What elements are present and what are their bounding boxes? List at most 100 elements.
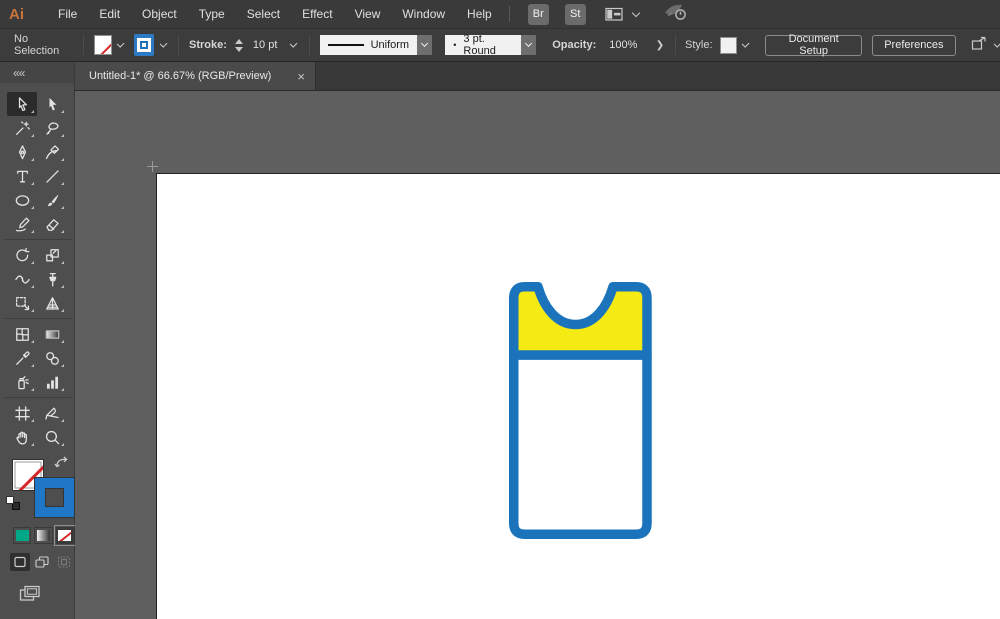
artboard-tool[interactable] (7, 401, 37, 425)
color-swatch-button[interactable] (13, 527, 31, 544)
fill-chevron-down-icon[interactable] (116, 39, 124, 47)
brush-dot-icon: • (453, 40, 456, 50)
menu-item-edit[interactable]: Edit (88, 0, 131, 28)
shape-body[interactable] (514, 355, 647, 534)
document-tab-bar: Untitled-1* @ 66.67% (RGB/Preview) × (75, 62, 1000, 91)
eyedropper-tool[interactable] (7, 346, 37, 370)
default-fill-stroke-icon[interactable] (6, 496, 20, 510)
illustrator-logo: Ai (9, 6, 35, 23)
controlbar-divider (83, 35, 84, 55)
blend-tool[interactable] (37, 346, 67, 370)
document-tab-title: Untitled-1* @ 66.67% (RGB/Preview) (89, 70, 289, 82)
menu-item-object[interactable]: Object (131, 0, 188, 28)
free-transform-tool[interactable] (7, 291, 37, 315)
style-chevron-down-icon[interactable] (741, 39, 749, 47)
controlbar-divider (309, 35, 310, 55)
rotate-tool[interactable] (7, 243, 37, 267)
ellipse-tool[interactable] (7, 188, 37, 212)
lasso-tool[interactable] (37, 116, 67, 140)
brush-definition-value: 3 pt. Round (463, 33, 513, 57)
magic-wand-tool[interactable] (7, 116, 37, 140)
direct-selection-tool[interactable] (37, 92, 67, 116)
zoom-tool[interactable] (37, 425, 67, 449)
arrange-documents-icon[interactable] (971, 36, 988, 54)
color-type-buttons (0, 527, 74, 544)
menu-item-help[interactable]: Help (456, 0, 503, 28)
gradient-swatch-button[interactable] (34, 527, 52, 544)
stroke-color-swatch[interactable] (134, 34, 154, 56)
style-swatch[interactable] (720, 37, 737, 54)
scale-tool[interactable] (37, 243, 67, 267)
touch-workspace-icon[interactable] (663, 2, 689, 27)
paintbrush-tool[interactable] (37, 188, 67, 212)
hand-tool[interactable] (7, 425, 37, 449)
selection-tool[interactable] (7, 92, 37, 116)
symbol-sprayer-tool[interactable] (7, 370, 37, 394)
width-tool[interactable] (7, 267, 37, 291)
preferences-button[interactable]: Preferences (872, 35, 955, 56)
stroke-weight-chevron-down-icon[interactable] (290, 39, 298, 47)
tab-close-icon[interactable]: × (297, 70, 305, 83)
slice-tool[interactable] (37, 401, 67, 425)
width-profile-select[interactable]: Uniform (320, 35, 418, 55)
draw-normal-button[interactable] (10, 553, 30, 571)
menu-item-select[interactable]: Select (236, 0, 291, 28)
column-graph-tool[interactable] (37, 370, 67, 394)
stroke-weight-stepper[interactable] (235, 39, 243, 52)
uniform-profile-icon (328, 44, 364, 47)
width-profile-chevron-down-icon[interactable] (417, 35, 432, 55)
none-swatch-icon (58, 530, 71, 541)
stroke-chevron-down-icon[interactable] (159, 39, 167, 47)
collapse-panel-button[interactable]: «« (0, 62, 74, 83)
brush-definition-select[interactable]: • 3 pt. Round (445, 35, 521, 55)
change-screen-mode-button[interactable] (17, 583, 43, 603)
tool-group-divider (4, 239, 71, 240)
draw-behind-button[interactable] (32, 553, 52, 571)
menu-item-effect[interactable]: Effect (291, 0, 343, 28)
shape-collar[interactable] (514, 287, 647, 355)
stock-button[interactable]: St (565, 4, 586, 25)
opacity-label: Opacity: (552, 39, 596, 51)
stroke-weight-value[interactable]: 10 pt (247, 36, 289, 55)
stroke-box[interactable] (35, 478, 74, 517)
pen-tool[interactable] (7, 140, 37, 164)
document-tab[interactable]: Untitled-1* @ 66.67% (RGB/Preview) × (75, 62, 316, 90)
menu-item-file[interactable]: File (47, 0, 88, 28)
mesh-tool[interactable] (7, 322, 37, 346)
gradient-tool[interactable] (37, 322, 67, 346)
bridge-button[interactable]: Br (528, 4, 549, 25)
menu-item-view[interactable]: View (344, 0, 392, 28)
document-setup-button[interactable]: Document Setup (765, 35, 862, 56)
perspective-grid-tool[interactable] (37, 291, 67, 315)
eraser-tool[interactable] (37, 212, 67, 236)
draw-inside-button (54, 553, 74, 571)
opacity-value[interactable]: 100% (603, 36, 652, 55)
fill-color-swatch[interactable] (94, 35, 112, 55)
shaper-tool[interactable] (7, 212, 37, 236)
curvature-tool[interactable] (37, 140, 67, 164)
fill-stroke-indicator (0, 455, 74, 519)
puppet-warp-tool[interactable] (37, 267, 67, 291)
workspace-switcher-icon[interactable] (605, 7, 624, 22)
color-swatch-icon (16, 530, 29, 541)
brush-chevron-down-icon[interactable] (521, 35, 536, 55)
artwork-shape[interactable] (504, 275, 656, 547)
swap-fill-stroke-icon[interactable] (54, 456, 69, 474)
type-tool[interactable] (7, 164, 37, 188)
control-bar: No Selection Stroke: 10 pt Uniform • 3 p… (0, 29, 1000, 62)
arrange-chevron-down-icon[interactable] (993, 39, 1000, 47)
menu-bar: Ai FileEditObjectTypeSelectEffectViewWin… (0, 0, 1000, 29)
artboard-origin-marker (147, 161, 158, 172)
controlbar-divider (178, 35, 179, 55)
menu-item-type[interactable]: Type (188, 0, 236, 28)
canvas-pasteboard[interactable] (75, 91, 1000, 619)
drawing-mode-buttons (0, 553, 74, 571)
line-segment-tool[interactable] (37, 164, 67, 188)
menu-item-window[interactable]: Window (391, 0, 456, 28)
none-swatch-button[interactable] (56, 527, 74, 544)
workspace-chevron-down-icon[interactable] (631, 8, 639, 16)
opacity-panel-arrow[interactable]: ❯ (656, 40, 664, 51)
stroke-weight-label: Stroke: (189, 39, 227, 51)
document-area: Untitled-1* @ 66.67% (RGB/Preview) × (75, 62, 1000, 619)
menubar-divider (509, 6, 510, 22)
